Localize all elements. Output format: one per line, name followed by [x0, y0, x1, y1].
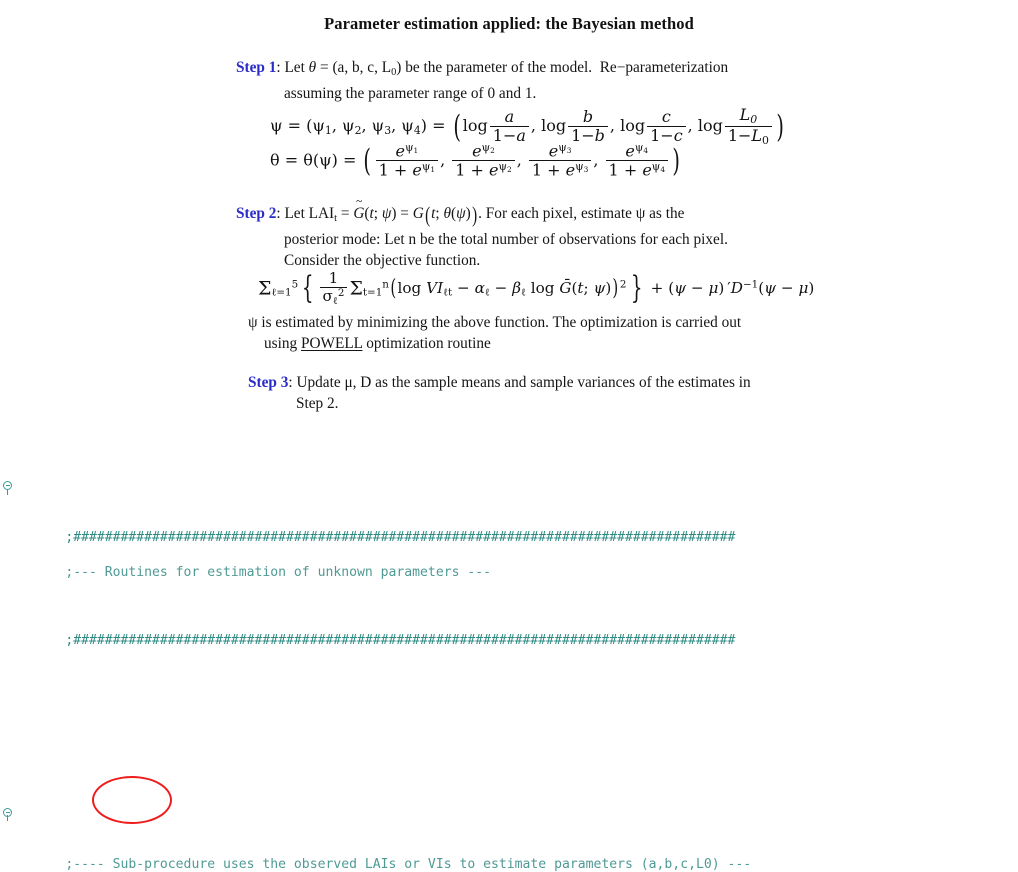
step-1-block: Step 1: Let θ = (a, b, c, L0) be the par… [236, 57, 836, 104]
code-lines[interactable]: ;#######################################… [0, 420, 1018, 872]
step-1-line1: Let θ = (a, b, c, L0) be the parameter o… [284, 59, 729, 78]
code-editor-region[interactable]: ;#######################################… [0, 420, 1018, 872]
powell-mention: POWELL [300, 335, 363, 352]
step-2-label: Step 2 [236, 205, 277, 222]
fold-tail [7, 488, 8, 495]
step-3-label: Step 3 [248, 374, 289, 391]
banner-hash-top: ;#######################################… [65, 530, 736, 546]
step-3-block: Step 3: Update μ, D as the sample means … [248, 372, 848, 414]
step-1-label: Step 1 [236, 59, 277, 76]
step-2-line2: posterior mode: Let n be the total numbe… [284, 230, 728, 248]
code-line-blank-2[interactable] [0, 736, 1018, 753]
note-line-1: ψ is estimated by minimizing the above f… [248, 314, 742, 331]
step-3-line2: Step 2. [296, 395, 339, 412]
step-1-line2: assuming the parameter range of 0 and 1. [284, 84, 537, 102]
code-line-sub-comment[interactable]: ;---- Sub-procedure uses the observed LA… [0, 804, 1018, 872]
step-2-line1: Let LAIt = G(t; ψ) = G(t; θ(ψ)). For eac… [284, 203, 684, 225]
slide-region: Parameter estimation applied: the Bayesi… [0, 0, 1018, 418]
code-line-banner-text[interactable]: ;--- Routines for estimation of unknown … [0, 546, 1018, 580]
formula-objective: Σℓ=15{1 σℓ2 Σt=1n(log VIℓt − αℓ − βℓ log G… [258, 269, 815, 308]
formula-theta: θ = θ(ψ) = (eψ1 1 + eψ1, eψ2 1 + eψ2, eψ3 1… [270, 141, 680, 180]
sub-procedure-comment: ;---- Sub-procedure uses the observed LA… [65, 857, 752, 872]
step-3-line1: Update μ, D as the sample means and samp… [296, 374, 751, 391]
page-title: Parameter estimation applied: the Bayesi… [324, 14, 694, 33]
code-line-blank-1[interactable] [0, 684, 1018, 701]
optimization-note: ψ is estimated by minimizing the above f… [248, 312, 848, 354]
fold-tail-2 [7, 815, 8, 822]
note-line-2: using POWELL optimization routine [248, 333, 848, 354]
note-routine-text: optimization routine [362, 335, 491, 352]
note-using-text: using [264, 335, 301, 352]
code-line-banner-bottom[interactable]: ;#######################################… [0, 615, 1018, 648]
banner-text: ;--- Routines for estimation of unknown … [65, 564, 492, 580]
step-2-block: Step 2: Let LAIt = G(t; ψ) = G(t; θ(ψ)).… [236, 203, 856, 271]
banner-hash-bottom: ;#######################################… [65, 633, 736, 649]
code-line-banner-top[interactable]: ;#######################################… [0, 478, 1018, 545]
step-2-line3: Consider the objective function. [284, 251, 481, 269]
